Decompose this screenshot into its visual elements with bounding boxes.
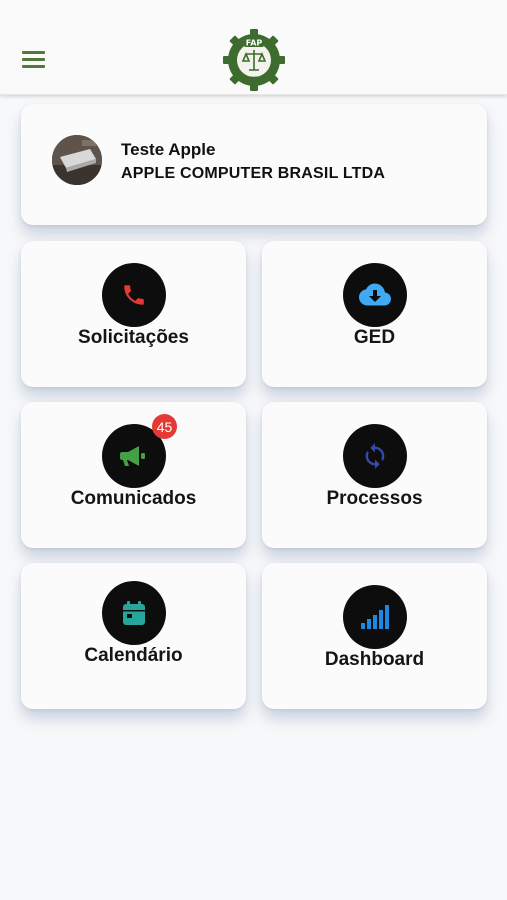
profile-card[interactable]: Teste Apple APPLE COMPUTER BRASIL LTDA: [21, 104, 487, 225]
tile-calendario[interactable]: Calendário: [21, 563, 246, 709]
signal-bars-icon: [342, 585, 407, 649]
user-name: Teste Apple: [121, 140, 216, 159]
tile-label: Calendário: [84, 645, 183, 666]
tile-label: Solicitações: [78, 327, 189, 348]
svg-text:FAP: FAP: [246, 39, 263, 48]
company-name: APPLE COMPUTER BRASIL LTDA: [121, 165, 386, 182]
tile-label: Dashboard: [324, 649, 425, 670]
tile-comunicados[interactable]: 45 Comunicados: [21, 402, 246, 548]
calendar-icon: [101, 581, 166, 645]
phone-icon: [101, 263, 166, 327]
tile-ged[interactable]: GED: [262, 241, 487, 387]
tile-label: Processos: [326, 488, 423, 509]
tile-solicitacoes[interactable]: Solicitações: [21, 241, 246, 387]
app-header: FAP: [0, 0, 507, 95]
hamburger-menu-icon[interactable]: [22, 49, 48, 69]
sync-icon: [342, 424, 407, 488]
notification-badge: 45: [152, 414, 177, 439]
cloud-download-icon: [342, 263, 407, 327]
tile-label: GED: [353, 327, 396, 348]
tile-processos[interactable]: Processos: [262, 402, 487, 548]
tile-label: Comunicados: [70, 488, 197, 509]
company-logo-icon: FAP: [223, 29, 285, 91]
tile-dashboard[interactable]: Dashboard: [262, 563, 487, 709]
avatar: [52, 135, 102, 185]
